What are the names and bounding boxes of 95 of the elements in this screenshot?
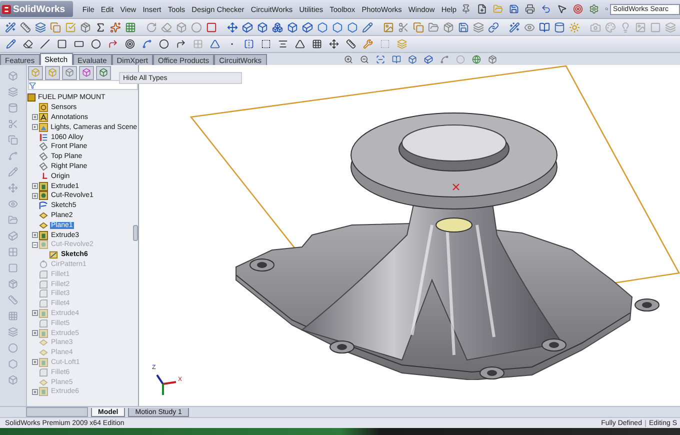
- hexagon-icon[interactable]: [316, 20, 329, 34]
- layers-icon[interactable]: [472, 20, 485, 34]
- cube-icon[interactable]: [422, 52, 435, 66]
- target-icon[interactable]: [79, 66, 94, 80]
- revolve-cut-icon: [39, 191, 48, 200]
- filter-field[interactable]: [28, 80, 138, 90]
- annotation-icon: [39, 112, 48, 122]
- settings-icon[interactable]: [588, 2, 601, 16]
- material-icon: [39, 132, 48, 142]
- expand-toggle-icon[interactable]: [32, 388, 38, 395]
- app-name: SolidWorks: [13, 4, 66, 14]
- save-icon[interactable]: [457, 20, 470, 34]
- sparkle-icon[interactable]: [109, 20, 122, 34]
- plane-icon: [39, 142, 48, 152]
- grid-icon[interactable]: [124, 20, 137, 34]
- expand-toggle-icon[interactable]: [32, 183, 38, 190]
- sketch-icon: [39, 201, 48, 210]
- sketch-icon[interactable]: [4, 38, 17, 50]
- triangle-icon[interactable]: [208, 38, 221, 50]
- feature-tree-icon[interactable]: [28, 66, 43, 80]
- sun-icon[interactable]: [568, 20, 581, 34]
- configuration-icon[interactable]: [62, 66, 77, 80]
- logo-icon: [2, 4, 11, 14]
- expand-toggle-icon[interactable]: [32, 114, 38, 120]
- origin-marker-icon: [452, 183, 460, 191]
- part-icon: [27, 93, 36, 102]
- move-icon[interactable]: [226, 20, 239, 34]
- plane-icon: [39, 152, 48, 162]
- hexagon-icon[interactable]: [346, 20, 359, 34]
- plane-icon: [39, 378, 48, 386]
- copy-icon[interactable]: [49, 20, 62, 34]
- cube-icon[interactable]: [286, 20, 299, 34]
- expand-toggle-icon[interactable]: [32, 192, 38, 199]
- circle-icon[interactable]: [123, 38, 136, 50]
- package-icon[interactable]: [79, 20, 92, 34]
- expand-toggle-icon[interactable]: [32, 330, 38, 336]
- property-icon[interactable]: [45, 66, 60, 80]
- dimension-icon[interactable]: [344, 38, 357, 50]
- cube-icon[interactable]: [241, 20, 254, 34]
- lights-folder-icon: [38, 122, 48, 132]
- circular-pattern-icon: [39, 260, 48, 269]
- search-icon: [604, 5, 608, 13]
- line-icon[interactable]: [38, 38, 51, 50]
- ruler-icon[interactable]: [19, 20, 32, 34]
- cube-icon[interactable]: [301, 20, 314, 34]
- pointer-icon[interactable]: [556, 2, 569, 16]
- link-icon[interactable]: [487, 20, 500, 34]
- eraser-icon[interactable]: [21, 38, 34, 50]
- printer-icon[interactable]: [524, 2, 537, 16]
- expand-toggle-icon[interactable]: [32, 232, 38, 238]
- save-icon[interactable]: [508, 2, 521, 16]
- circle-icon[interactable]: [89, 38, 102, 50]
- package-icon[interactable]: [442, 20, 455, 34]
- folder-icon[interactable]: [427, 20, 440, 34]
- book-icon[interactable]: [538, 20, 551, 34]
- offset-icon[interactable]: [259, 38, 272, 50]
- rectangle-icon[interactable]: [55, 38, 68, 50]
- repair-icon[interactable]: [361, 38, 374, 50]
- hexagon-icon[interactable]: [331, 20, 344, 34]
- cylinder-icon[interactable]: [553, 20, 566, 34]
- fillet-icon: [39, 318, 48, 328]
- image-icon[interactable]: [382, 20, 395, 34]
- fillet-icon: [39, 368, 48, 377]
- pencil-icon[interactable]: [361, 20, 374, 34]
- square-icon[interactable]: [205, 20, 218, 34]
- revolve-cut-icon: [39, 240, 48, 250]
- sphere-icon[interactable]: [454, 52, 467, 66]
- wand-icon[interactable]: [4, 20, 17, 34]
- pattern-icon[interactable]: [310, 38, 323, 50]
- sketch-icon: [49, 250, 58, 260]
- rotate-icon[interactable]: [145, 20, 158, 34]
- wand-icon[interactable]: [508, 20, 521, 34]
- scissors-icon[interactable]: [397, 20, 410, 34]
- move-icon[interactable]: [327, 38, 340, 50]
- expand-toggle-icon[interactable]: [32, 124, 38, 130]
- ellipse-icon[interactable]: [157, 38, 170, 50]
- layers-icon[interactable]: [34, 20, 47, 34]
- cubes-icon[interactable]: [271, 20, 284, 34]
- copy-icon[interactable]: [412, 20, 425, 34]
- new-document-icon[interactable]: [476, 2, 489, 16]
- box-icon[interactable]: [175, 20, 188, 34]
- expand-toggle-icon[interactable]: [32, 359, 38, 366]
- plane-icon: [39, 162, 48, 171]
- sensor-icon: [39, 103, 48, 112]
- spline-icon[interactable]: [140, 38, 153, 50]
- collapse-toggle-icon[interactable]: [32, 242, 38, 248]
- display-icon[interactable]: [96, 66, 111, 80]
- expand-toggle-icon[interactable]: [32, 310, 38, 316]
- globe-icon[interactable]: [470, 52, 483, 66]
- cube-icon[interactable]: [256, 20, 269, 34]
- warning-icon[interactable]: [293, 38, 306, 50]
- trim-icon[interactable]: [276, 38, 289, 50]
- mirror-icon[interactable]: [242, 38, 255, 50]
- filter-icon: [29, 82, 36, 88]
- checkbox-icon[interactable]: [64, 20, 77, 34]
